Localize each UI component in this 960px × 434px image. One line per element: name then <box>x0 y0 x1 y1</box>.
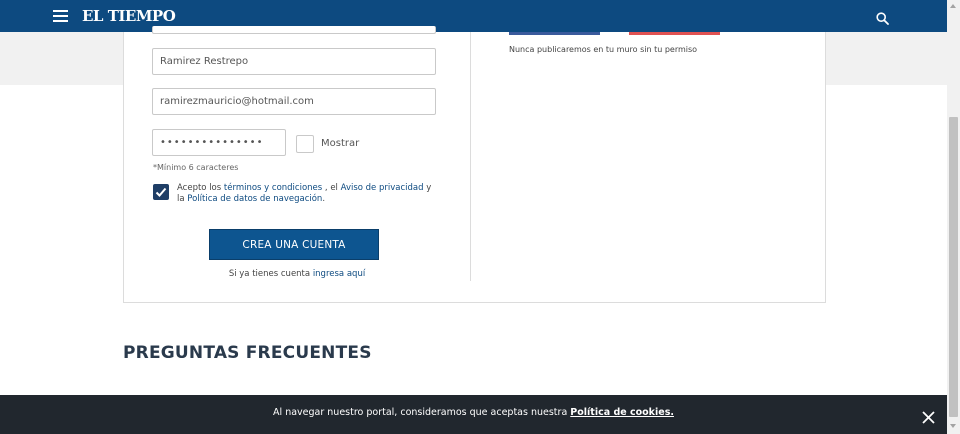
site-header: EL TIEMPO <box>0 0 947 32</box>
social-note: Nunca publicaremos en tu muro sin tu per… <box>509 45 698 54</box>
show-password-label[interactable]: Mostrar <box>321 138 359 149</box>
privacy-link[interactable]: Aviso de privacidad <box>341 183 424 193</box>
google-button[interactable] <box>629 32 720 35</box>
login-line: Si ya tienes cuenta ingresa aquí <box>124 269 470 279</box>
lastname-field[interactable] <box>152 48 436 75</box>
scroll-up-icon[interactable] <box>950 4 956 8</box>
password-hint: *Mínimo 6 caracteres <box>153 163 239 172</box>
site-logo[interactable]: EL TIEMPO <box>82 7 176 25</box>
login-prefix: Si ya tienes cuenta <box>228 269 313 279</box>
cookie-banner: Al navegar nuestro portal, consideramos … <box>0 395 947 434</box>
cookie-policy-link[interactable]: Política de cookies. <box>570 407 674 418</box>
cookie-message: Al navegar nuestro portal, consideramos … <box>273 407 571 418</box>
facebook-button[interactable] <box>509 32 600 35</box>
previous-field[interactable] <box>152 26 436 34</box>
email-field[interactable] <box>152 88 436 115</box>
cookie-text: Al navegar nuestro portal, consideramos … <box>0 407 947 418</box>
terms-checkbox[interactable] <box>153 184 169 200</box>
create-account-button[interactable]: CREA UNA CUENTA <box>209 229 379 260</box>
scroll-down-icon[interactable] <box>950 424 956 428</box>
login-link[interactable]: ingresa aquí <box>313 269 365 279</box>
faq-title: PREGUNTAS FRECUENTES <box>123 343 372 363</box>
registration-card: Mostrar *Mínimo 6 caracteres Acepto los … <box>123 26 826 303</box>
terms-link[interactable]: términos y condiciones <box>224 183 322 193</box>
password-field[interactable] <box>152 129 286 156</box>
navigation-policy-link[interactable]: Política de datos de navegación <box>187 194 322 204</box>
search-icon[interactable] <box>876 10 889 25</box>
close-icon[interactable] <box>922 409 935 424</box>
hamburger-menu-icon[interactable] <box>53 10 68 22</box>
terms-prefix: Acepto los <box>177 183 224 193</box>
show-password-checkbox[interactable] <box>296 135 314 153</box>
terms-text: Acepto los términos y condiciones , el A… <box>177 183 437 205</box>
terms-middle: , el <box>322 183 341 193</box>
column-divider <box>470 32 471 281</box>
terms-suffix: . <box>322 194 326 204</box>
scrollbar-thumb[interactable] <box>949 117 958 417</box>
checkmark-icon <box>155 187 167 197</box>
